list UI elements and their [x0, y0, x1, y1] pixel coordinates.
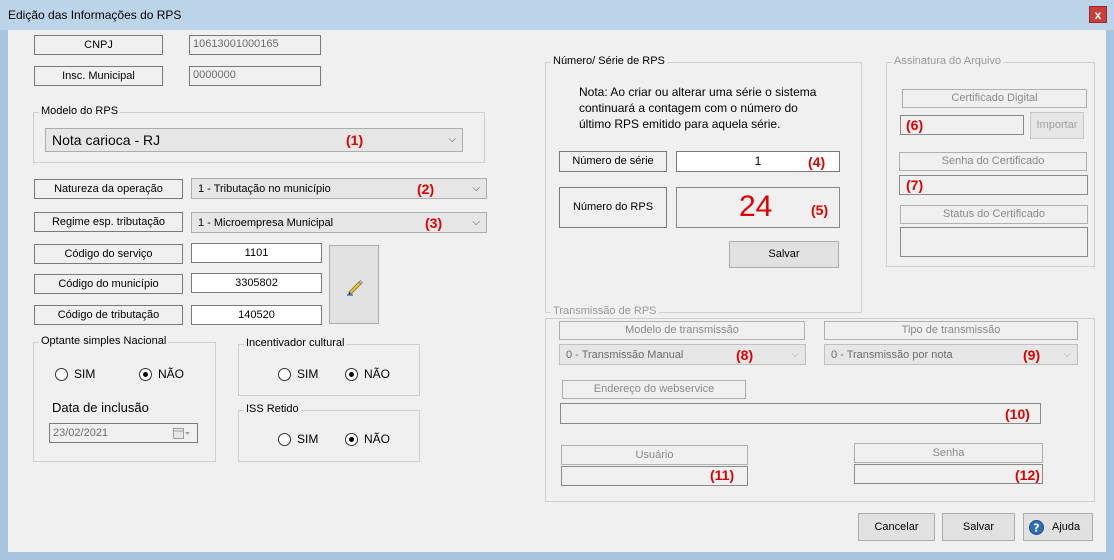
data-inclusao-label: Data de inclusão — [52, 400, 149, 415]
marker-3: (3) — [425, 215, 443, 231]
natureza-label: Natureza da operação — [34, 179, 183, 199]
certificado-label: Certificado Digital — [902, 89, 1087, 108]
iss-sim-radio[interactable] — [278, 433, 291, 446]
cnpj-field[interactable]: 10613001000165 — [189, 35, 321, 55]
dialog-window: Edição das Informações do RPS x CNPJ 106… — [0, 0, 1114, 560]
iss-group-title: ISS Retido — [244, 403, 301, 415]
data-inclusao-field[interactable]: 23/02/2021 — [49, 423, 198, 443]
codigo-municipio-label: Código do município — [34, 274, 183, 294]
incentivador-sim-radio[interactable] — [278, 368, 291, 381]
insc-municipal-label: Insc. Municipal — [34, 66, 163, 86]
codigo-tributacao-field[interactable]: 140520 — [191, 305, 322, 325]
chevron-down-icon: ⌵ — [791, 349, 799, 360]
help-button[interactable]: ? Ajuda — [1023, 513, 1093, 541]
regime-select[interactable]: 1 - Microempresa Municipal ⌵ — [191, 212, 487, 233]
codigo-servico-label: Código do serviço — [34, 244, 183, 264]
help-label: Ajuda — [1052, 521, 1081, 533]
marker-7: (7) — [906, 177, 924, 193]
serie-rps-group-title: Número/ Série de RPS — [551, 55, 667, 67]
optante-group-title: Optante simples Nacional — [39, 335, 169, 347]
marker-6: (6) — [906, 117, 924, 133]
natureza-select[interactable]: 1 - Tributação no município ⌵ — [191, 178, 487, 199]
numero-rps-value: 24 — [739, 190, 773, 223]
codigo-tributacao-label: Código de tributação — [34, 305, 183, 325]
marker-4: (4) — [808, 154, 826, 170]
save-button[interactable]: Salvar — [942, 513, 1015, 541]
senha-label: Senha — [854, 443, 1043, 463]
modelo-transmissao-select[interactable]: 0 - Transmissão Manual ⌵ — [559, 344, 806, 365]
title-bar: Edição das Informações do RPS x — [0, 0, 1114, 30]
svg-text:?: ? — [1033, 522, 1039, 535]
numero-serie-label: Número de série — [559, 151, 667, 172]
data-inclusao-value: 23/02/2021 — [53, 427, 109, 439]
marker-8: (8) — [736, 347, 754, 363]
modelo-rps-value: Nota carioca - RJ — [52, 132, 161, 148]
incentivador-group-title: Incentivador cultural — [244, 337, 347, 349]
chevron-down-icon: ⌵ — [448, 134, 456, 145]
tipo-transmissao-label: Tipo de transmissão — [824, 321, 1078, 340]
marker-5: (5) — [811, 202, 829, 218]
assinatura-group-title: Assinatura do Arquivo — [892, 55, 1004, 67]
incentivador-nao-label: NÃO — [364, 367, 391, 381]
serie-note: Nota: Ao criar ou alterar uma série o si… — [579, 84, 816, 132]
marker-10: (10) — [1005, 406, 1030, 422]
modelo-transmissao-value: 0 - Transmissão Manual — [566, 349, 684, 361]
marker-1: (1) — [346, 132, 364, 148]
serie-save-button[interactable]: Salvar — [729, 241, 839, 268]
regime-value: 1 - Microempresa Municipal — [198, 217, 334, 229]
close-icon: x — [1094, 8, 1102, 22]
optante-nao-radio[interactable] — [139, 368, 152, 381]
status-certificado-label: Status do Certificado — [900, 205, 1088, 224]
endereco-webservice-label: Endereço do webservice — [562, 380, 746, 399]
incentivador-group — [238, 344, 420, 396]
numero-rps-label: Número do RPS — [559, 187, 667, 228]
incentivador-sim-label: SIM — [297, 367, 319, 381]
marker-2: (2) — [417, 181, 435, 197]
pen-icon — [347, 280, 363, 296]
iss-nao-radio[interactable] — [345, 433, 358, 446]
close-button[interactable]: x — [1089, 6, 1107, 23]
cnpj-label: CNPJ — [34, 35, 163, 55]
serie-note-line: último RPS emitido para aquela série. — [579, 117, 781, 131]
incentivador-nao-radio[interactable] — [345, 368, 358, 381]
iss-nao-label: NÃO — [364, 432, 391, 446]
help-icon: ? — [1029, 520, 1044, 535]
marker-11: (11) — [710, 467, 735, 483]
chevron-down-icon: ⌵ — [472, 183, 480, 194]
senha-certificado-label: Senha do Certificado — [899, 152, 1087, 171]
status-certificado-field — [900, 227, 1088, 257]
importar-button[interactable]: Importar — [1030, 112, 1084, 139]
iss-group — [238, 410, 420, 462]
usuario-label: Usuário — [561, 445, 748, 465]
calendar-icon[interactable] — [173, 428, 191, 439]
optante-sim-label: SIM — [74, 367, 96, 381]
optante-sim-radio[interactable] — [55, 368, 68, 381]
tipo-transmissao-value: 0 - Transmissão por nota — [831, 349, 953, 361]
window-title: Edição das Informações do RPS — [8, 8, 182, 22]
dialog-content: CNPJ 10613001000165 Insc. Municipal 0000… — [8, 30, 1106, 552]
regime-label: Regime esp. tributação — [34, 212, 183, 232]
codigo-servico-field[interactable]: 1101 — [191, 243, 322, 263]
modelo-transmissao-label: Modelo de transmissão — [559, 321, 805, 340]
chevron-down-icon: ⌵ — [472, 217, 480, 228]
modelo-rps-group-title: Modelo do RPS — [39, 105, 121, 117]
serie-note-line: Nota: Ao criar ou alterar uma série o si… — [579, 85, 817, 99]
optante-nao-label: NÃO — [158, 367, 185, 381]
senha-certificado-field — [899, 175, 1088, 195]
serie-note-line: continuará a contagem com o número do — [579, 101, 798, 115]
insc-municipal-field[interactable]: 0000000 — [189, 66, 321, 86]
modelo-rps-select[interactable]: Nota carioca - RJ ⌵ — [45, 128, 463, 152]
iss-sim-label: SIM — [297, 432, 319, 446]
endereco-webservice-field — [560, 403, 1041, 424]
chevron-down-icon: ⌵ — [1063, 349, 1071, 360]
edit-codes-button[interactable] — [329, 245, 379, 324]
transmissao-group-title: Transmissão de RPS — [551, 305, 659, 317]
cancel-button[interactable]: Cancelar — [858, 513, 935, 541]
codigo-municipio-field[interactable]: 3305802 — [191, 273, 322, 293]
natureza-value: 1 - Tributação no município — [198, 183, 331, 195]
marker-12: (12) — [1015, 467, 1040, 483]
marker-9: (9) — [1023, 347, 1041, 363]
